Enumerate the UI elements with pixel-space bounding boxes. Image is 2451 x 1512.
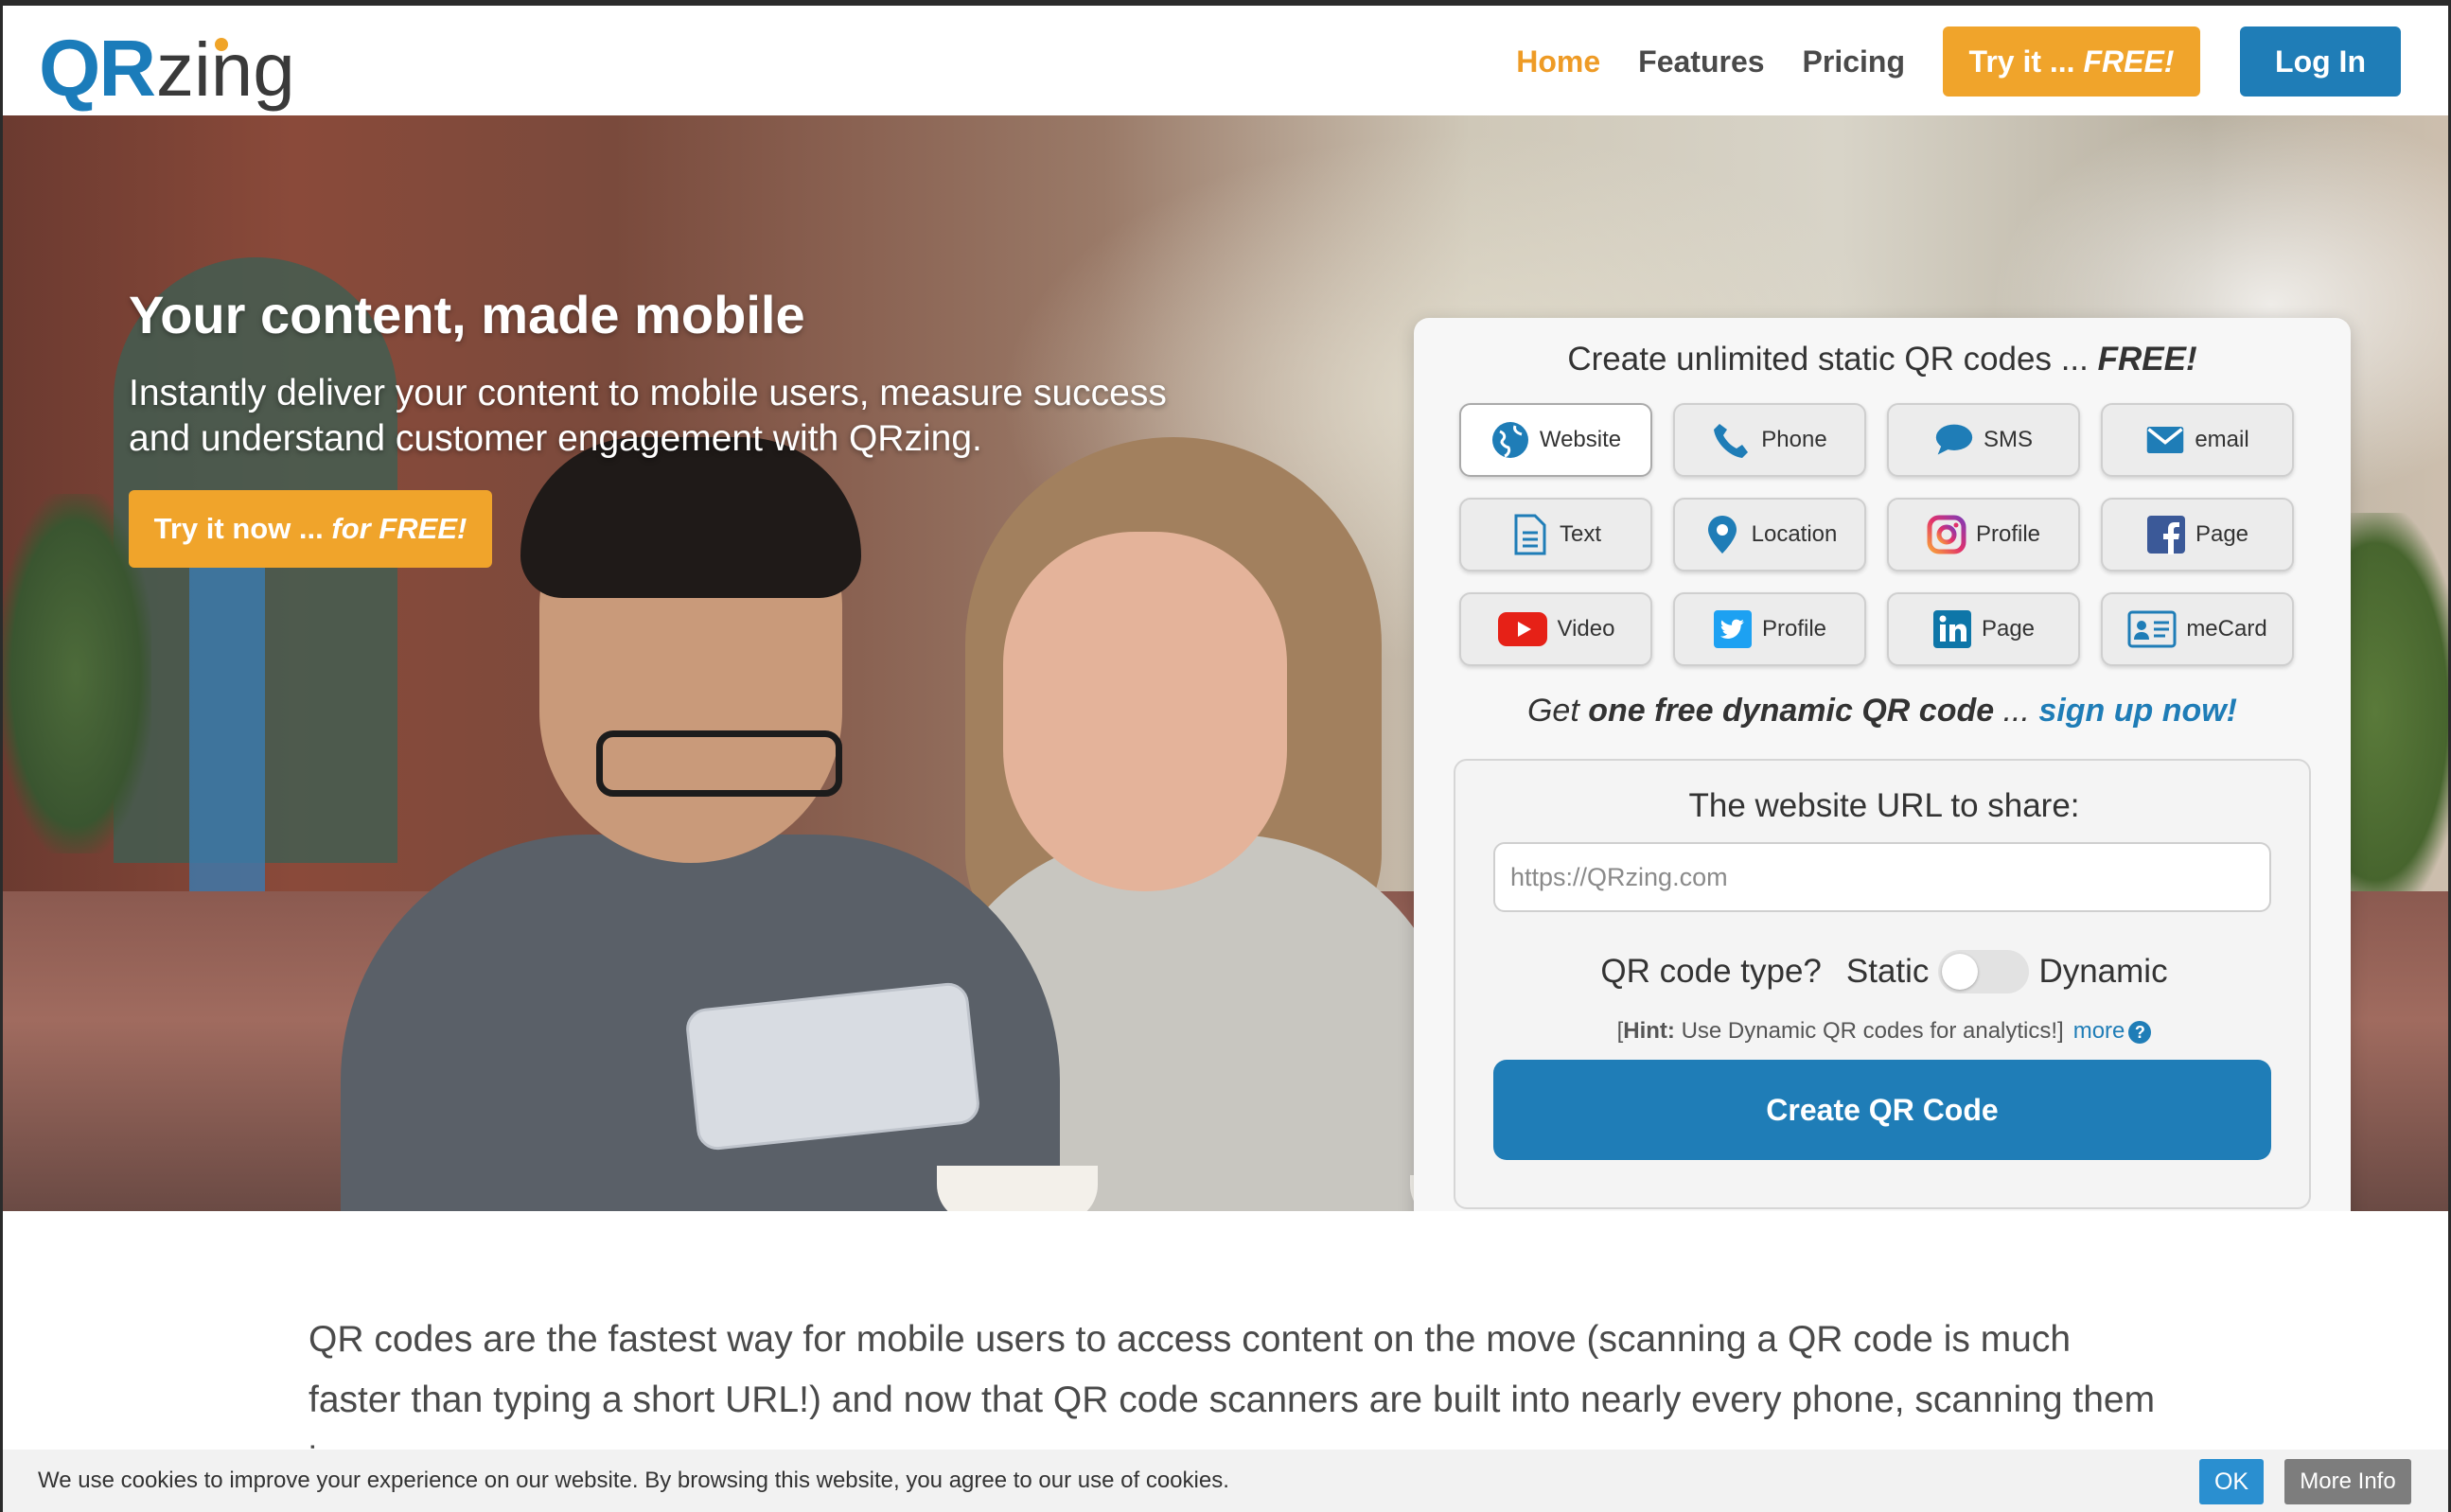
- qr-type-label: Location: [1751, 521, 1838, 547]
- static-dynamic-toggle[interactable]: [1938, 950, 2030, 993]
- qr-type-label: Website: [1539, 427, 1622, 452]
- qr-type-website-button[interactable]: Website: [1459, 403, 1652, 477]
- qr-type-label: Page: [1981, 616, 2036, 642]
- qr-type-twitter-profile-button[interactable]: Profile: [1673, 592, 1866, 666]
- hero-title: Your content, made mobile: [129, 285, 805, 344]
- panel-title-emphasis: FREE!: [2097, 341, 2197, 378]
- hint-more-link[interactable]: more: [2073, 1018, 2125, 1044]
- qr-type-label-text: QR code type?: [1600, 953, 1822, 990]
- qr-type-label: Profile: [1761, 616, 1827, 642]
- hero-section: Your content, made mobile Instantly deli…: [0, 115, 2451, 1211]
- help-question-icon[interactable]: ?: [2128, 1020, 2152, 1044]
- cookie-ok-button[interactable]: OK: [2199, 1459, 2264, 1504]
- youtube-icon: [1497, 609, 1548, 649]
- qr-type-linkedin-page-button[interactable]: Page: [1887, 592, 2080, 666]
- window-left-border: [0, 0, 3, 1512]
- qr-type-grid: Website Phone SMS email Text Location Pr…: [1459, 403, 2311, 666]
- twitter-icon: [1713, 609, 1753, 649]
- qr-generator-panel: Create unlimited static QR codes ... FRE…: [1414, 318, 2351, 1211]
- qr-type-mecard-button[interactable]: meCard: [2101, 592, 2294, 666]
- qrzing-logo[interactable]: QR zing: [39, 13, 295, 108]
- static-label: Static: [1845, 953, 1930, 990]
- qr-type-label: Profile: [1975, 521, 2041, 547]
- qr-type-facebook-page-button[interactable]: Page: [2101, 498, 2294, 571]
- qr-type-label: Text: [1559, 521, 1601, 547]
- dynamic-label: Dynamic: [2038, 953, 2168, 990]
- qr-type-label: Video: [1557, 616, 1615, 642]
- dynamic-qr-promo: Get one free dynamic QR code ... sign up…: [1414, 693, 2351, 730]
- try-free-button[interactable]: Try it ... FREE!: [1943, 26, 2200, 97]
- logo-qr-text: QR: [39, 24, 156, 113]
- logo-dot-icon: [215, 38, 228, 51]
- try-now-emphasis: for FREE!: [331, 512, 467, 545]
- dynamic-prefix: Get: [1526, 693, 1589, 729]
- qr-type-phone-button[interactable]: Phone: [1673, 403, 1866, 477]
- create-qr-code-button[interactable]: Create QR Code: [1493, 1060, 2271, 1160]
- qr-type-label: email: [2195, 427, 2249, 452]
- url-field-label: The website URL to share:: [1688, 787, 2080, 824]
- map-pin-icon: [1702, 515, 1742, 554]
- hero-photo-smartphone: [683, 980, 982, 1152]
- try-now-free-button[interactable]: Try it now ... for FREE!: [129, 490, 492, 568]
- panel-title-text: Create unlimited static QR codes ...: [1567, 341, 2098, 378]
- login-button[interactable]: Log In: [2240, 26, 2401, 97]
- site-header: QR zing Home Features Pricing Try it ...…: [0, 6, 2451, 115]
- url-input[interactable]: [1493, 842, 2271, 912]
- qr-type-label: Page: [2195, 521, 2249, 547]
- qr-type-text-button[interactable]: Text: [1459, 498, 1652, 571]
- qr-type-email-button[interactable]: email: [2101, 403, 2294, 477]
- linkedin-icon: [1932, 609, 1972, 649]
- nav-home-link[interactable]: Home: [1516, 44, 1600, 79]
- cookie-more-info-button[interactable]: More Info: [2284, 1459, 2411, 1504]
- qr-type-label: Phone: [1761, 427, 1827, 452]
- globe-icon: [1490, 420, 1530, 460]
- nav-pricing-link[interactable]: Pricing: [1803, 44, 1905, 79]
- qr-type-instagram-profile-button[interactable]: Profile: [1887, 498, 2080, 571]
- hero-subtitle: Instantly deliver your content to mobile…: [129, 373, 1167, 459]
- nav-features-link[interactable]: Features: [1638, 44, 1764, 79]
- cookie-banner: We use cookies to improve your experienc…: [0, 1450, 2451, 1512]
- hint-text: [Hint: Use Dynamic QR codes for analytic…: [1455, 1018, 2313, 1045]
- chat-bubble-icon: [1934, 420, 1974, 460]
- contact-card-icon: [2127, 609, 2177, 649]
- main-nav: Home Features Pricing Try it ... FREE! L…: [1478, 26, 2401, 97]
- sign-up-link[interactable]: sign up now!: [2038, 693, 2237, 729]
- instagram-icon: [1927, 515, 1966, 554]
- qr-type-sms-button[interactable]: SMS: [1887, 403, 2080, 477]
- qr-type-label: meCard: [2186, 616, 2267, 642]
- qr-type-location-button[interactable]: Location: [1673, 498, 1866, 571]
- panel-title: Create unlimited static QR codes ... FRE…: [1414, 341, 2351, 378]
- document-icon: [1510, 514, 1550, 555]
- dynamic-bold: one free dynamic QR code: [1588, 693, 1995, 729]
- hint-bold: Hint:: [1623, 1018, 1675, 1044]
- envelope-icon: [2145, 420, 2185, 460]
- qr-type-label: SMS: [1983, 427, 2033, 452]
- try-free-emphasis: FREE!: [2083, 44, 2175, 79]
- qr-type-toggle-row: QR code type? Static Dynamic: [1455, 950, 2313, 993]
- facebook-icon: [2146, 515, 2186, 554]
- dynamic-mid: ...: [1994, 693, 2039, 729]
- cookie-text: We use cookies to improve your experienc…: [38, 1468, 1229, 1493]
- hint-body: Use Dynamic QR codes for analytics!]: [1674, 1018, 2064, 1044]
- phone-icon: [1712, 420, 1752, 460]
- toggle-knob: [1942, 954, 1979, 990]
- try-free-label: Try it ...: [1968, 44, 2075, 79]
- qr-type-youtube-video-button[interactable]: Video: [1459, 592, 1652, 666]
- try-now-label: Try it now ...: [153, 512, 324, 545]
- hero-photo-cup: [937, 1166, 1098, 1211]
- qr-form: The website URL to share: QR code type? …: [1454, 759, 2311, 1209]
